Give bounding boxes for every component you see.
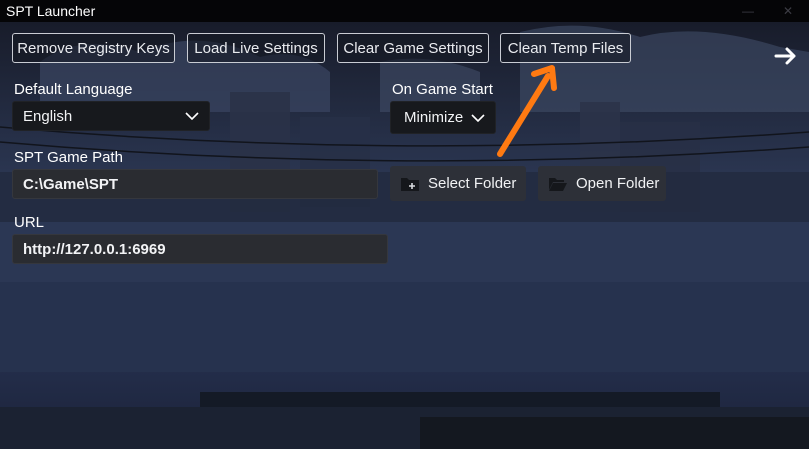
open-folder-label: Open Folder xyxy=(576,175,660,192)
default-language-label: Default Language xyxy=(14,81,133,98)
clear-game-settings-button[interactable]: Clear Game Settings xyxy=(337,33,489,63)
url-input[interactable]: http://127.0.0.1:6969 xyxy=(12,234,388,264)
window-title: SPT Launcher xyxy=(6,3,96,19)
chevron-down-icon xyxy=(471,113,485,122)
default-language-select[interactable]: English xyxy=(12,101,210,131)
open-folder-button[interactable]: Open Folder xyxy=(538,166,666,201)
game-path-input[interactable]: C:\Game\SPT xyxy=(12,169,378,199)
select-folder-button[interactable]: Select Folder xyxy=(390,166,526,201)
clean-temp-files-button[interactable]: Clean Temp Files xyxy=(500,33,631,63)
title-bar: SPT Launcher — ✕ xyxy=(0,0,809,22)
on-game-start-label: On Game Start xyxy=(392,81,493,98)
folder-open-icon xyxy=(549,177,567,191)
launcher-window: SPT Launcher — ✕ Remove Registry Keys Lo… xyxy=(0,0,809,449)
url-label: URL xyxy=(14,214,45,231)
default-language-value: English xyxy=(23,107,73,125)
arrow-right-icon[interactable] xyxy=(772,42,800,70)
minimize-icon[interactable]: — xyxy=(730,0,766,22)
orange-pointer-arrow xyxy=(497,65,557,157)
url-value: http://127.0.0.1:6969 xyxy=(23,240,166,258)
on-game-start-select[interactable]: Minimize xyxy=(390,101,496,134)
load-live-settings-button[interactable]: Load Live Settings xyxy=(187,33,325,63)
close-icon[interactable]: ✕ xyxy=(770,0,806,22)
on-game-start-value: Minimize xyxy=(404,109,464,126)
select-folder-label: Select Folder xyxy=(428,175,517,192)
game-path-value: C:\Game\SPT xyxy=(23,175,119,193)
game-path-label: SPT Game Path xyxy=(14,149,123,166)
remove-registry-keys-button[interactable]: Remove Registry Keys xyxy=(12,33,175,63)
foreground xyxy=(420,417,809,449)
chevron-down-icon xyxy=(185,112,199,120)
water-shade xyxy=(0,282,809,372)
folder-plus-icon xyxy=(401,177,419,191)
